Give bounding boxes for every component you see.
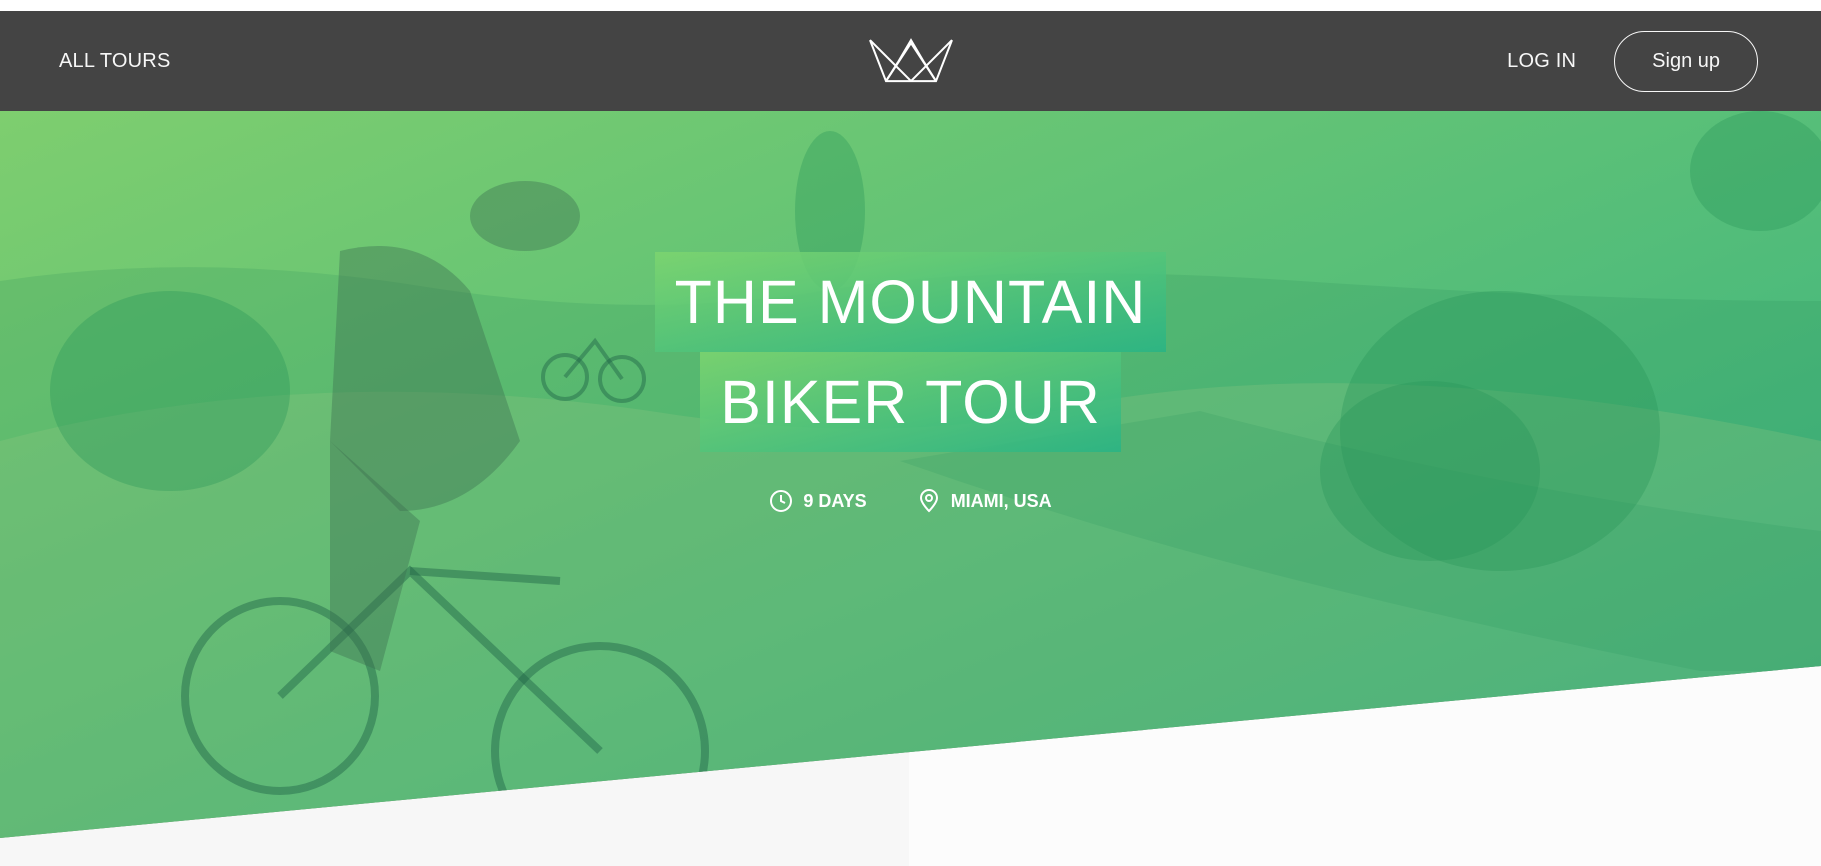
clock-icon xyxy=(770,490,793,512)
auth-links: Log in Sign up xyxy=(1507,30,1758,92)
map-pin-icon xyxy=(919,489,938,513)
all-tours-link[interactable]: All tours xyxy=(59,50,170,73)
top-nav: All tours Log in Sign up xyxy=(0,11,1821,111)
tour-title: The Mountain Biker Tour xyxy=(0,252,1821,452)
location-text: Miami, USA xyxy=(950,490,1052,511)
crown-logo-icon[interactable] xyxy=(868,37,954,83)
location-detail: Miami, USA xyxy=(917,489,1052,513)
page: All tours Log in Sign up xyxy=(0,0,1821,866)
signup-button[interactable]: Sign up xyxy=(1614,30,1758,92)
tour-details: 9 days Miami, USA xyxy=(0,489,1821,513)
tour-title-line-1: The Mountain xyxy=(654,252,1167,352)
tour-title-line-2: Biker Tour xyxy=(700,352,1121,452)
duration-detail: 9 days xyxy=(769,489,867,513)
login-link[interactable]: Log in xyxy=(1507,50,1576,73)
duration-text: 9 days xyxy=(803,490,867,511)
hero-section: The Mountain Biker Tour 9 days Miami, US… xyxy=(0,111,1821,866)
